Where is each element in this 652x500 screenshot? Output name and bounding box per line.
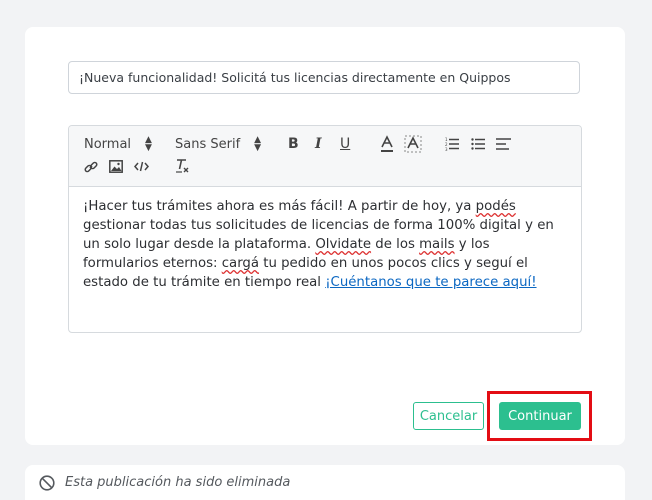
align-icon[interactable] bbox=[496, 137, 511, 151]
editor-toolbar: Normal ▲ ▼ Sans Serif ▲ ▼ B I U 123 bbox=[69, 126, 581, 187]
font-select[interactable]: Sans Serif ▲ ▼ bbox=[175, 135, 262, 153]
clear-format-icon[interactable] bbox=[175, 158, 191, 174]
format-select[interactable]: Normal ▲ ▼ bbox=[84, 135, 152, 153]
format-select-value: Normal bbox=[84, 136, 132, 152]
chevron-updown-icon: ▲ ▼ bbox=[145, 135, 152, 153]
italic-icon[interactable]: I bbox=[315, 136, 322, 152]
edit-post-card: ¡Nueva funcionalidad! Solicitá tus licen… bbox=[25, 27, 625, 445]
deleted-post-notice: Esta publicación ha sido eliminada bbox=[25, 465, 625, 500]
body-text: de los bbox=[371, 237, 420, 252]
chevron-updown-icon: ▲ ▼ bbox=[254, 135, 262, 153]
background-color-icon[interactable] bbox=[404, 135, 422, 153]
bullet-list-icon[interactable] bbox=[471, 137, 485, 151]
editor-content[interactable]: ¡Hacer tus trámites ahora es más fácil! … bbox=[69, 187, 581, 302]
text-color-icon[interactable] bbox=[379, 135, 395, 153]
link-icon[interactable] bbox=[84, 160, 98, 174]
subject-input[interactable]: ¡Nueva funcionalidad! Solicitá tus licen… bbox=[68, 61, 580, 94]
spellcheck-word: podés bbox=[475, 199, 516, 214]
underline-icon[interactable]: U bbox=[340, 136, 350, 152]
bold-icon[interactable]: B bbox=[288, 136, 299, 152]
cancel-button[interactable]: Cancelar bbox=[413, 402, 484, 430]
highlight-box bbox=[487, 391, 592, 441]
ordered-list-icon[interactable]: 123 bbox=[445, 137, 459, 151]
spellcheck-word: cargá bbox=[221, 256, 260, 271]
svg-text:3: 3 bbox=[445, 147, 448, 151]
body-text: ¡Hacer tus trámites ahora es más fácil! … bbox=[83, 199, 476, 214]
deleted-notice-text: Esta publicación ha sido eliminada bbox=[65, 475, 291, 490]
font-select-value: Sans Serif bbox=[175, 136, 241, 152]
spellcheck-word: Olvidate bbox=[315, 237, 372, 252]
spellcheck-word: mails bbox=[419, 237, 455, 252]
rich-text-editor: Normal ▲ ▼ Sans Serif ▲ ▼ B I U 123 ¡Hac… bbox=[68, 125, 582, 333]
prohibited-icon bbox=[39, 474, 55, 491]
image-icon[interactable] bbox=[109, 160, 123, 173]
feedback-link[interactable]: ¡Cuéntanos que te parece aquí! bbox=[325, 275, 536, 290]
code-icon[interactable] bbox=[134, 160, 149, 173]
